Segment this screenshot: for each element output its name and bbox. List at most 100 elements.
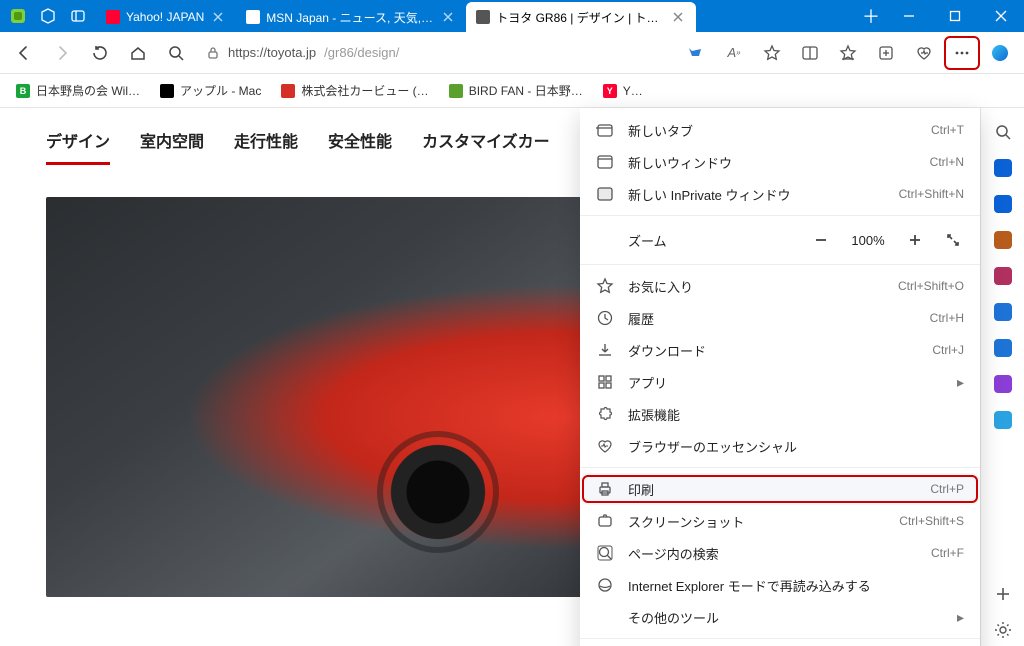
menu-item-screenshot[interactable]: スクリーンショット Ctrl+Shift+S — [580, 505, 980, 537]
window-close-button[interactable] — [978, 0, 1024, 32]
browser-tab[interactable]: MSN Japan - ニュース, 天気, メール (… — [236, 2, 466, 32]
nav-forward-button[interactable] — [44, 36, 80, 70]
new-tab-button[interactable]: ＋ — [856, 0, 886, 32]
fullscreen-button[interactable] — [938, 226, 968, 254]
inprivate-icon — [596, 185, 614, 203]
window-titlebar: Yahoo! JAPAN MSN Japan - ニュース, 天気, メール (… — [0, 0, 1024, 32]
settings-more-button[interactable] — [944, 36, 980, 70]
page-nav-item[interactable]: 安全性能 — [328, 128, 392, 165]
menu-item-shortcut: Ctrl+N — [930, 155, 964, 169]
collections-icon[interactable] — [868, 36, 904, 70]
menu-item-essentials[interactable]: ブラウザーのエッセンシャル — [580, 430, 980, 462]
tab-actions-icon[interactable] — [70, 8, 86, 24]
menu-item-new-window[interactable]: 新しいウィンドウ Ctrl+N — [580, 146, 980, 178]
plus-icon[interactable] — [987, 578, 1019, 610]
menu-item-shortcut: Ctrl+F — [931, 546, 964, 560]
sidebar-app-icon[interactable] — [987, 332, 1019, 364]
tab-close-icon[interactable] — [670, 9, 686, 25]
read-aloud-icon[interactable]: A» — [716, 36, 752, 70]
menu-item-label: その他のツール — [628, 608, 943, 627]
sidebar-app-icon[interactable] — [987, 260, 1019, 292]
tab-favicon — [246, 10, 260, 24]
menu-item-ie-mode[interactable]: Internet Explorer モードで再読み込みする — [580, 569, 980, 601]
menu-item-shortcut: Ctrl+T — [931, 123, 964, 137]
sidebar-search-icon[interactable] — [987, 116, 1019, 148]
bookmark-item[interactable]: Y Y… — [595, 80, 651, 102]
menu-zoom-row: ズーム 100% — [580, 221, 980, 259]
menu-item-more-tools[interactable]: その他のツール ▸ — [580, 601, 980, 633]
bookmark-favicon: Y — [603, 84, 617, 98]
download-icon — [596, 341, 614, 359]
sidebar-app-icon[interactable] — [987, 224, 1019, 256]
nav-back-button[interactable] — [6, 36, 42, 70]
zoom-out-button[interactable] — [806, 226, 836, 254]
bookmark-label: BIRD FAN - 日本野… — [469, 82, 583, 99]
shopping-icon[interactable] — [678, 36, 714, 70]
menu-item-shortcut: Ctrl+J — [932, 343, 964, 357]
zoom-in-button[interactable] — [900, 226, 930, 254]
edge-sidebar — [980, 108, 1024, 646]
profile-icon[interactable] — [10, 8, 26, 24]
menu-item-print[interactable]: 印刷 Ctrl+P — [580, 473, 980, 505]
bookmark-item[interactable]: アップル - Mac — [152, 78, 269, 103]
menu-item-downloads[interactable]: ダウンロード Ctrl+J — [580, 334, 980, 366]
window-minimize-button[interactable] — [886, 0, 932, 32]
bookmark-favicon — [160, 84, 174, 98]
menu-item-favorites[interactable]: お気に入り Ctrl+Shift+O — [580, 270, 980, 302]
bookmarks-bar: B 日本野鳥の会 Wil… アップル - Mac 株式会社カービュー (… BI… — [0, 74, 1024, 108]
browser-tab[interactable]: Yahoo! JAPAN — [96, 2, 236, 32]
menu-item-find[interactable]: ページ内の検索 Ctrl+F — [580, 537, 980, 569]
nav-search-button[interactable] — [158, 36, 194, 70]
favorites-hub-icon[interactable] — [830, 36, 866, 70]
star-icon — [596, 277, 614, 295]
window-maximize-button[interactable] — [932, 0, 978, 32]
favorites-star-button[interactable] — [754, 36, 790, 70]
puzzle-icon — [596, 405, 614, 423]
site-info-icon[interactable] — [206, 46, 220, 60]
page-nav-item[interactable]: 走行性能 — [234, 128, 298, 165]
page-nav-item[interactable]: デザイン — [46, 128, 110, 165]
tab-close-icon[interactable] — [440, 9, 456, 25]
sidebar-app-icon[interactable] — [987, 404, 1019, 436]
sidebar-app-icon[interactable] — [987, 152, 1019, 184]
menu-item-apps[interactable]: アプリ ▸ — [580, 366, 980, 398]
browser-toolbar: https://toyota.jp/gr86/design/ A» — [0, 32, 1024, 74]
apps-icon — [596, 373, 614, 391]
sidebar-app-icon[interactable] — [987, 188, 1019, 220]
sidebar-settings-icon[interactable] — [987, 614, 1019, 646]
menu-item-history[interactable]: 履歴 Ctrl+H — [580, 302, 980, 334]
menu-item-new-tab[interactable]: 新しいタブ Ctrl+T — [580, 114, 980, 146]
tab-favicon — [106, 10, 120, 24]
browser-tab[interactable]: トヨタ GR86 | デザイン | トヨタ自動車 — [466, 2, 696, 32]
url-path: /gr86/design/ — [324, 45, 399, 60]
menu-item-label: お気に入り — [628, 277, 884, 296]
tab-label: Yahoo! JAPAN — [126, 10, 204, 24]
menu-item-extensions[interactable]: 拡張機能 — [580, 398, 980, 430]
bookmark-item[interactable]: B 日本野鳥の会 Wil… — [8, 78, 148, 103]
bookmark-label: Y… — [623, 84, 643, 98]
menu-item-label: ブラウザーのエッセンシャル — [628, 437, 964, 456]
blank-icon — [596, 608, 614, 626]
browser-health-icon[interactable] — [906, 36, 942, 70]
camera-icon — [596, 512, 614, 530]
tab-label: MSN Japan - ニュース, 天気, メール (… — [266, 9, 434, 26]
content-area: デザイン室内空間走行性能安全性能カスタマイズカーア… 新しいタブ Ctrl+T … — [0, 108, 1024, 646]
nav-home-button[interactable] — [120, 36, 156, 70]
bookmark-item[interactable]: BIRD FAN - 日本野… — [441, 78, 591, 103]
sidebar-app-icon[interactable] — [987, 368, 1019, 400]
menu-item-shortcut: Ctrl+Shift+O — [898, 279, 964, 293]
sidebar-app-icon[interactable] — [987, 296, 1019, 328]
copilot-icon[interactable] — [982, 36, 1018, 70]
split-screen-icon[interactable] — [792, 36, 828, 70]
page-nav-item[interactable]: 室内空間 — [140, 128, 204, 165]
nav-refresh-button[interactable] — [82, 36, 118, 70]
bookmark-item[interactable]: 株式会社カービュー (… — [273, 78, 436, 103]
page-nav-item[interactable]: カスタマイズカー — [422, 128, 550, 165]
address-bar[interactable]: https://toyota.jp/gr86/design/ — [196, 38, 676, 68]
menu-item-label: ダウンロード — [628, 341, 918, 360]
menu-item-new-inprivate[interactable]: 新しい InPrivate ウィンドウ Ctrl+Shift+N — [580, 178, 980, 210]
tab-close-icon[interactable] — [210, 9, 226, 25]
menu-item-label: 拡張機能 — [628, 405, 964, 424]
workspace-icon[interactable] — [40, 8, 56, 24]
menu-item-label: Internet Explorer モードで再読み込みする — [628, 576, 964, 595]
